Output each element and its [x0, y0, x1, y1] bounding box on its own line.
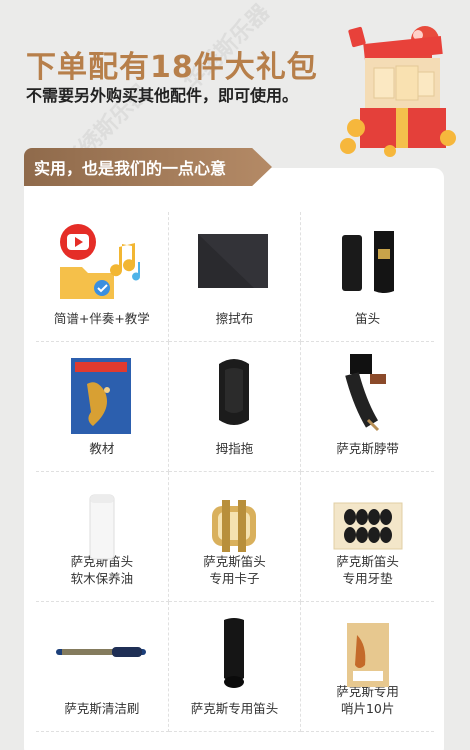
gift-item: 萨克斯清洁刷 [36, 602, 169, 732]
thumb-rest-icon [219, 359, 250, 425]
gift-item: 萨克斯脖带 [301, 342, 434, 472]
gift-item: 萨克斯笛头 专用卡子 [168, 472, 302, 602]
mouthpiece-icon [224, 618, 245, 688]
cleaning-cloth-icon [198, 234, 269, 288]
cleaning-brush-icon [55, 647, 146, 657]
ligature-icon [212, 500, 257, 552]
hero-title: 下单配有18件大礼包 [26, 50, 318, 85]
gift-item-label-line2: 哨片10片 [340, 701, 395, 716]
gift-item: 笛头 [301, 212, 434, 342]
gift-item: 萨克斯笛头 软木保养油 [36, 472, 169, 602]
gift-item-label: 笛头 [355, 311, 381, 326]
video-music-folder-icon [59, 224, 140, 299]
section-tab: 实用，也是我们的一点心意 [24, 148, 272, 186]
gift-item-label: 萨克斯脖带 [336, 441, 399, 456]
gift-item: 拇指拖 [168, 342, 302, 472]
reeds-box-icon [346, 623, 389, 687]
neck-strap-icon [344, 354, 386, 432]
cork-grease-icon [89, 494, 115, 560]
gift-item: 教材 [36, 342, 169, 472]
hero-subtitle: 不需要另外购买其他配件，即可使用。 [26, 86, 299, 105]
gift-item-label: 拇指拖 [215, 441, 254, 456]
section-tab-label: 实用，也是我们的一点心意 [34, 159, 227, 178]
gift-item-label: 简谱+伴奏+教学 [53, 311, 150, 326]
gift-item-label-line2: 专用卡子 [209, 571, 260, 586]
gift-item-label-line2: 软木保养油 [70, 571, 134, 586]
gift-item: 萨克斯笛头 专用牙垫 [301, 472, 434, 602]
gift-grid: 简谱+伴奏+教学 擦拭布 笛头 教材 拇指拖 萨克斯脖带 萨克斯笛头 软木保养油… [36, 212, 434, 732]
mouthpiece-icon [341, 231, 394, 293]
gift-box-icon [340, 26, 456, 157]
gift-item-label: 擦拭布 [215, 311, 254, 326]
gift-item: 萨克斯专用 哨片10片 [301, 602, 434, 732]
gift-item-label: 教材 [89, 441, 115, 456]
textbook-icon [70, 358, 131, 434]
gift-item-label: 萨克斯清洁刷 [64, 701, 140, 716]
gift-item: 擦拭布 [168, 212, 302, 342]
gift-item: 简谱+伴奏+教学 [36, 212, 169, 342]
gift-item-label: 萨克斯专用笛头 [190, 701, 279, 716]
patch-pads-icon [333, 502, 403, 550]
gift-item: 萨克斯专用笛头 [168, 602, 302, 732]
gift-item-label-line2: 专用牙垫 [342, 571, 393, 586]
